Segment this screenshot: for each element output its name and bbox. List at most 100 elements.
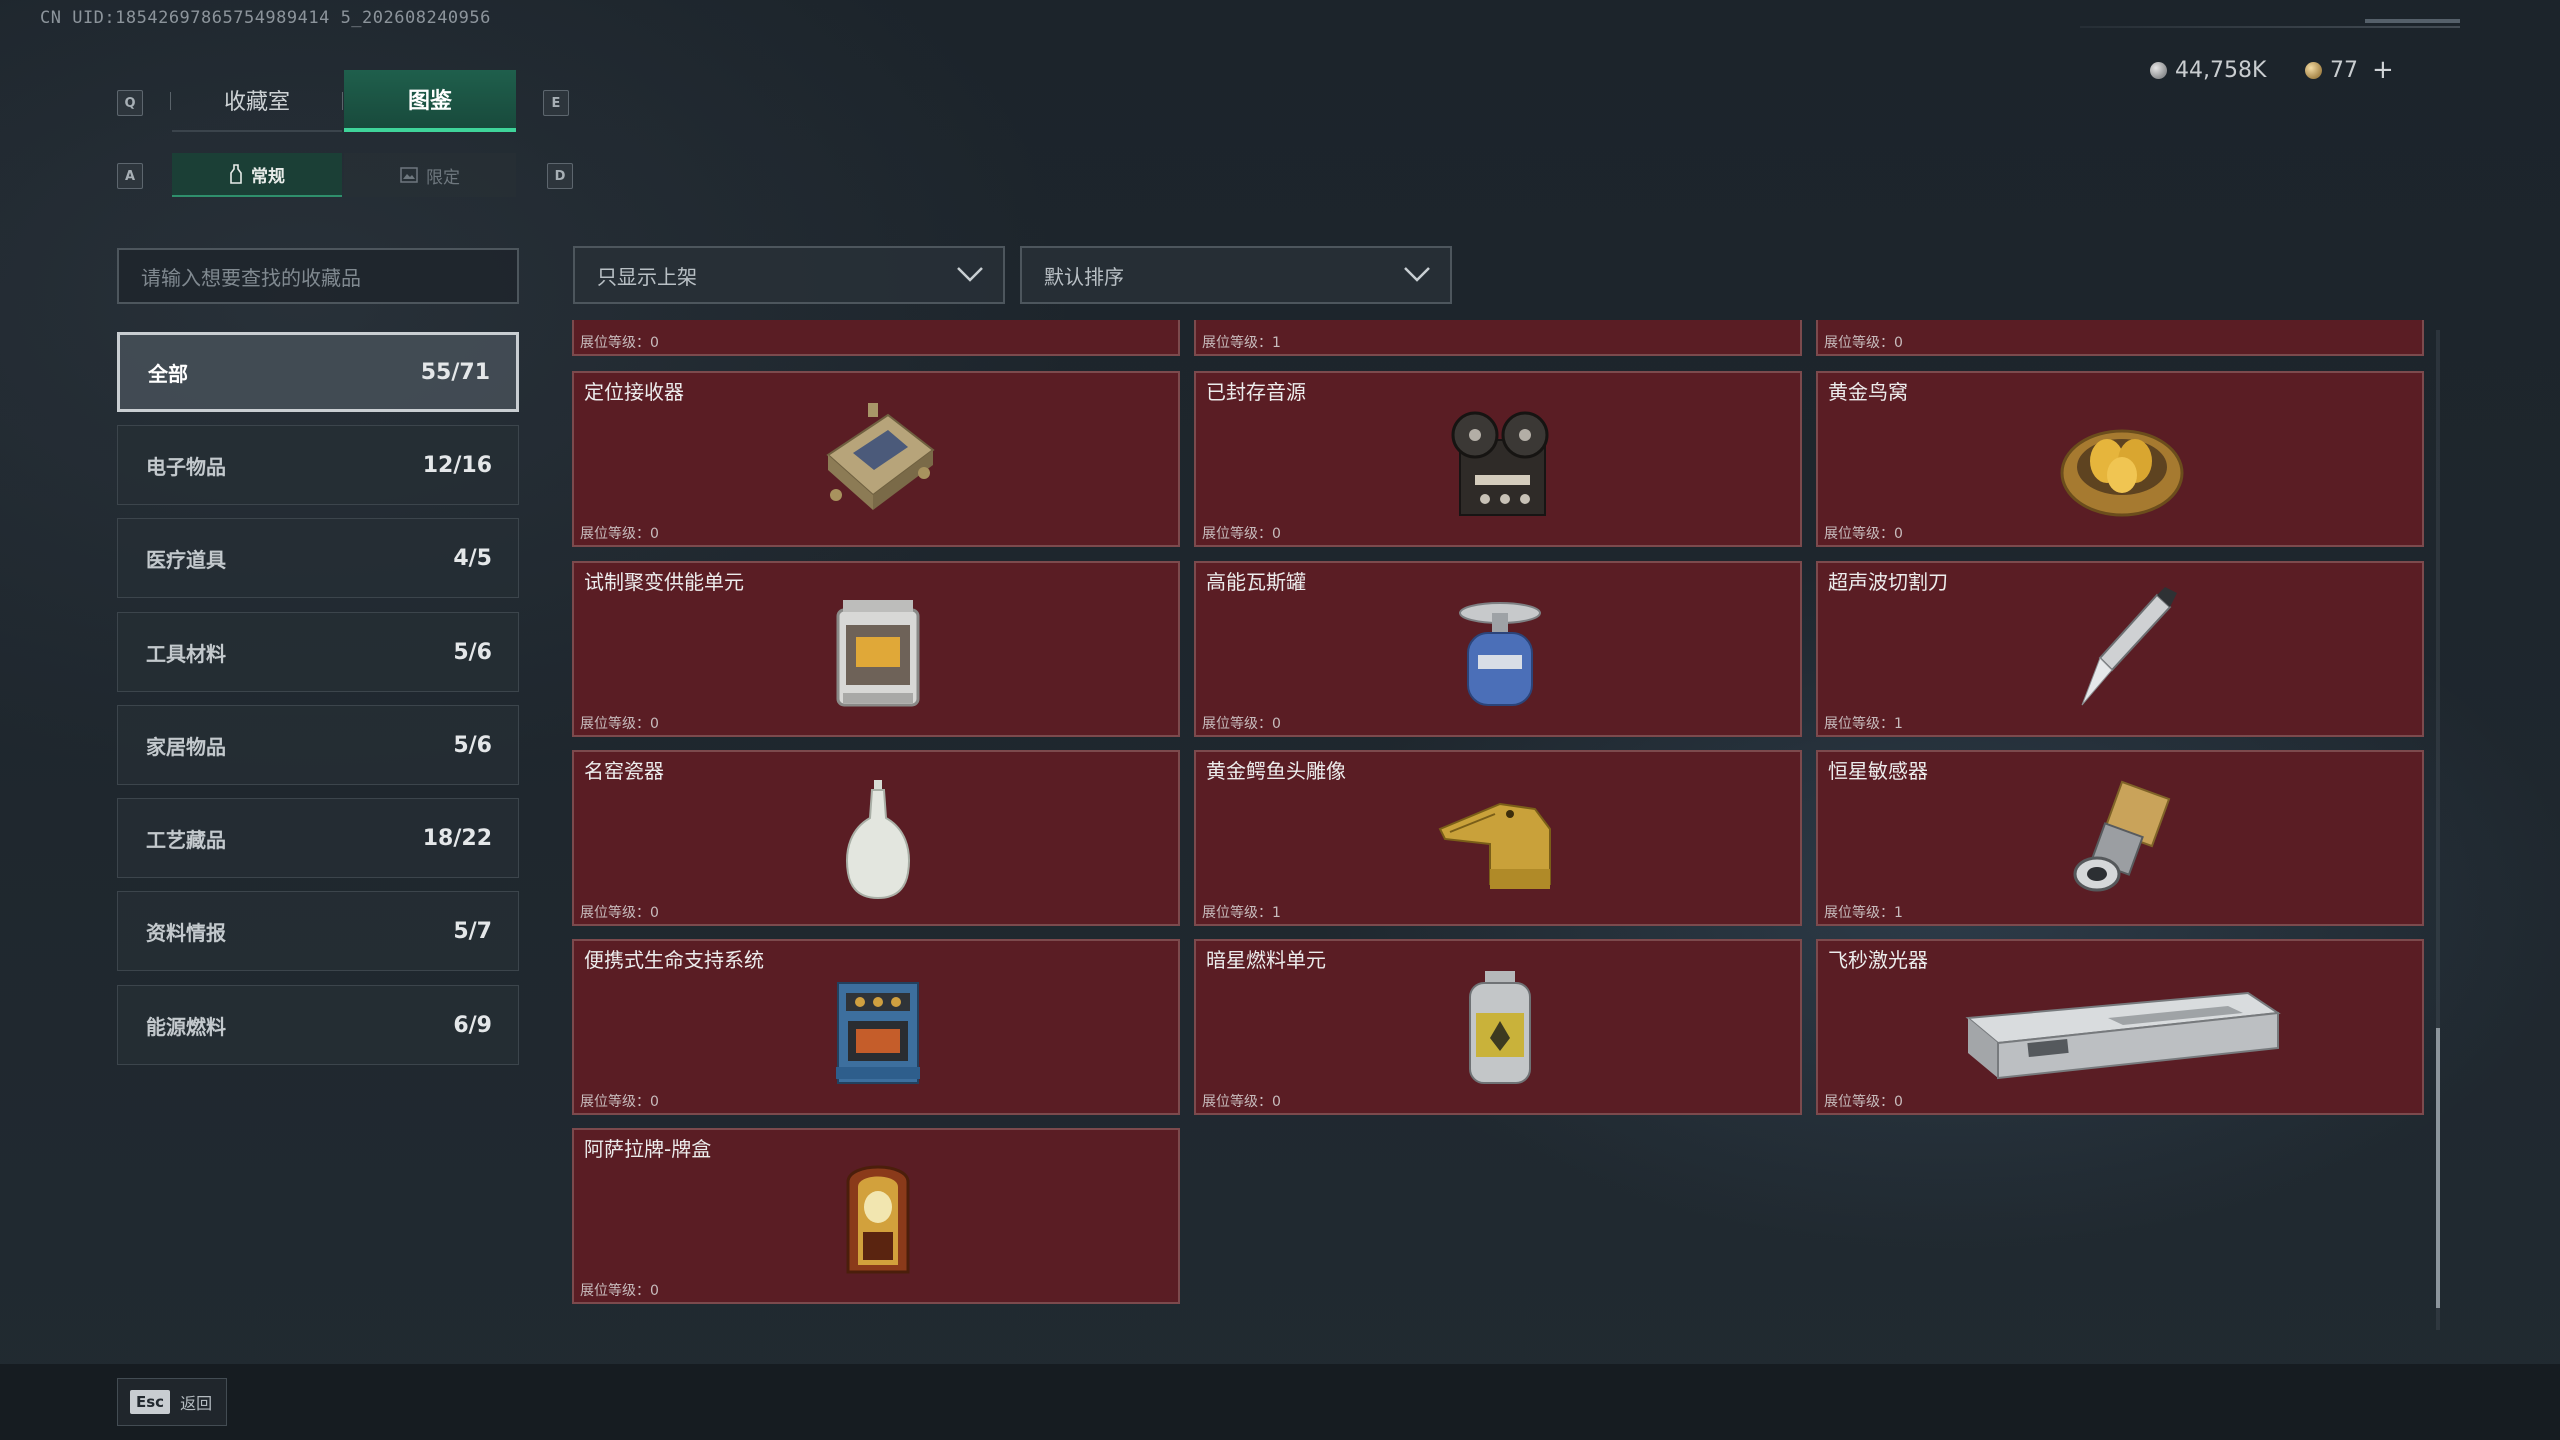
category-label: 全部 bbox=[148, 361, 188, 386]
category-label: 电子物品 bbox=[146, 454, 226, 479]
tab-separator bbox=[170, 92, 171, 110]
item-name: 黄金鳄鱼头雕像 bbox=[1206, 759, 1346, 783]
item-card-femtosecond-laser[interactable]: 飞秒激光器 展位等级：0 bbox=[1816, 939, 2424, 1115]
bottle-icon bbox=[230, 164, 242, 184]
item-level: 展位等级：1 bbox=[1202, 335, 1281, 351]
item-name: 已封存音源 bbox=[1206, 380, 1306, 404]
category-crafts[interactable]: 工艺藏品 18/22 bbox=[117, 798, 519, 878]
item-name: 试制聚变供能单元 bbox=[584, 570, 744, 594]
card-box-icon bbox=[846, 1165, 910, 1274]
item-level: 展位等级：0 bbox=[1824, 1094, 1903, 1110]
scrollbar-thumb[interactable] bbox=[2436, 1028, 2440, 1308]
item-card-dark-star-fuel[interactable]: 暗星燃料单元 展位等级：0 bbox=[1194, 939, 1802, 1115]
category-all[interactable]: 全部 55/71 bbox=[117, 332, 519, 412]
category-electronics[interactable]: 电子物品 12/16 bbox=[117, 425, 519, 505]
receiver-icon bbox=[826, 403, 935, 510]
gold-coin-icon bbox=[2305, 61, 2322, 79]
life-support-icon bbox=[836, 982, 920, 1084]
top-divider bbox=[2080, 26, 2460, 28]
collection-page: CN UID:18542697865754989414 5_2026082409… bbox=[0, 0, 2560, 1440]
item-card[interactable]: 展位等级：0 bbox=[1816, 320, 2424, 356]
chevron-down-icon bbox=[1404, 267, 1430, 282]
tab-catalog[interactable]: 图鉴 bbox=[344, 70, 516, 132]
sort-value: 默认排序 bbox=[1044, 264, 1124, 289]
item-level: 展位等级：0 bbox=[580, 526, 659, 542]
item-name: 阿萨拉牌-牌盒 bbox=[584, 1137, 712, 1161]
item-name: 黄金鸟窝 bbox=[1828, 380, 1908, 404]
item-card[interactable]: 展位等级：0 bbox=[572, 320, 1180, 356]
item-card-star-sensor[interactable]: 恒星敏感器 展位等级：1 bbox=[1816, 750, 2424, 926]
item-card-gas-canister[interactable]: 高能瓦斯罐 展位等级：0 bbox=[1194, 561, 1802, 737]
fuel-cell-icon bbox=[1469, 971, 1531, 1084]
category-medical[interactable]: 医疗道具 4/5 bbox=[117, 518, 519, 598]
category-count: 18/22 bbox=[422, 825, 492, 851]
croc-statue-icon bbox=[1438, 802, 1551, 889]
tape-recorder-icon bbox=[1451, 411, 1549, 516]
key-e-hint: E bbox=[543, 90, 569, 116]
golden-nest-icon bbox=[2060, 429, 2184, 517]
item-level: 展位等级：1 bbox=[1824, 905, 1903, 921]
gas-canister-icon bbox=[1459, 602, 1541, 706]
item-name: 暗星燃料单元 bbox=[1206, 948, 1326, 972]
silver-currency: 44,758K bbox=[2150, 54, 2266, 86]
back-button[interactable]: Esc 返回 bbox=[117, 1378, 227, 1426]
silver-coin-icon bbox=[2150, 61, 2167, 79]
item-name: 名窑瓷器 bbox=[584, 759, 664, 783]
category-fuel[interactable]: 能源燃料 6/9 bbox=[117, 985, 519, 1065]
item-card-golden-nest[interactable]: 黄金鸟窝 展位等级：0 bbox=[1816, 371, 2424, 547]
subtab-limited[interactable]: 限定 bbox=[344, 153, 516, 197]
key-q-hint: Q bbox=[117, 90, 143, 116]
category-count: 5/6 bbox=[453, 639, 492, 665]
category-label: 能源燃料 bbox=[146, 1014, 226, 1039]
search-input[interactable]: 请输入想要查找的收藏品 bbox=[117, 248, 519, 304]
item-level: 展位等级：0 bbox=[1202, 716, 1281, 732]
sort-dropdown[interactable]: 默认排序 bbox=[1020, 246, 1452, 304]
item-name: 飞秒激光器 bbox=[1828, 948, 1928, 972]
item-card-ultrasonic-cutter[interactable]: 超声波切割刀 展位等级：1 bbox=[1816, 561, 2424, 737]
subtab-regular[interactable]: 常规 bbox=[172, 153, 342, 197]
category-intel[interactable]: 资料情报 5/7 bbox=[117, 891, 519, 971]
item-grid: 展位等级：0 展位等级：1 展位等级：0 定位接收器 展位等级：0 已封存音源 bbox=[572, 320, 2428, 1330]
item-card-sealed-audio[interactable]: 已封存音源 展位等级：0 bbox=[1194, 371, 1802, 547]
item-card-positioning-receiver[interactable]: 定位接收器 展位等级：0 bbox=[572, 371, 1180, 547]
category-label: 医疗道具 bbox=[146, 547, 226, 572]
category-count: 55/71 bbox=[420, 359, 490, 385]
back-label: 返回 bbox=[180, 1394, 213, 1413]
item-card-fusion-unit[interactable]: 试制聚变供能单元 展位等级：0 bbox=[572, 561, 1180, 737]
item-name: 超声波切割刀 bbox=[1828, 570, 1948, 594]
item-level: 展位等级：0 bbox=[1824, 526, 1903, 542]
item-level: 展位等级：0 bbox=[1202, 1094, 1281, 1110]
item-name: 恒星敏感器 bbox=[1828, 759, 1928, 783]
item-card-asara-card-box[interactable]: 阿萨拉牌-牌盒 展位等级：0 bbox=[572, 1128, 1180, 1304]
display-filter-value: 只显示上架 bbox=[597, 264, 697, 289]
star-sensor-icon bbox=[2073, 780, 2171, 892]
item-name: 定位接收器 bbox=[584, 380, 684, 404]
item-card-porcelain[interactable]: 名窑瓷器 展位等级：0 bbox=[572, 750, 1180, 926]
top-divider-accent bbox=[2365, 19, 2460, 23]
add-currency-button[interactable]: + bbox=[2372, 55, 2394, 85]
tab-separator bbox=[342, 92, 343, 110]
category-count: 5/6 bbox=[453, 732, 492, 758]
item-card-life-support[interactable]: 便携式生命支持系统 展位等级：0 bbox=[572, 939, 1180, 1115]
gold-currency: 77 + bbox=[2305, 54, 2394, 86]
tab-collection-room[interactable]: 收藏室 bbox=[172, 70, 342, 132]
key-d-hint: D bbox=[547, 163, 573, 189]
display-filter-dropdown[interactable]: 只显示上架 bbox=[573, 246, 1005, 304]
chevron-down-icon bbox=[957, 267, 983, 282]
item-level: 展位等级：0 bbox=[580, 1094, 659, 1110]
category-label: 工艺藏品 bbox=[146, 827, 226, 852]
laser-box-icon bbox=[1965, 991, 2281, 1080]
picture-icon bbox=[400, 167, 418, 183]
item-card[interactable]: 展位等级：1 bbox=[1194, 320, 1802, 356]
category-label: 工具材料 bbox=[146, 641, 226, 666]
category-household[interactable]: 家居物品 5/6 bbox=[117, 705, 519, 785]
item-level: 展位等级：0 bbox=[580, 905, 659, 921]
item-name: 便携式生命支持系统 bbox=[584, 948, 764, 972]
item-level: 展位等级：0 bbox=[1202, 526, 1281, 542]
item-card-golden-croc[interactable]: 黄金鳄鱼头雕像 展位等级：1 bbox=[1194, 750, 1802, 926]
category-count: 4/5 bbox=[453, 545, 492, 571]
category-count: 12/16 bbox=[422, 452, 492, 478]
key-a-hint: A bbox=[117, 163, 143, 189]
bottom-bar bbox=[0, 1364, 2560, 1440]
category-tools[interactable]: 工具材料 5/6 bbox=[117, 612, 519, 692]
